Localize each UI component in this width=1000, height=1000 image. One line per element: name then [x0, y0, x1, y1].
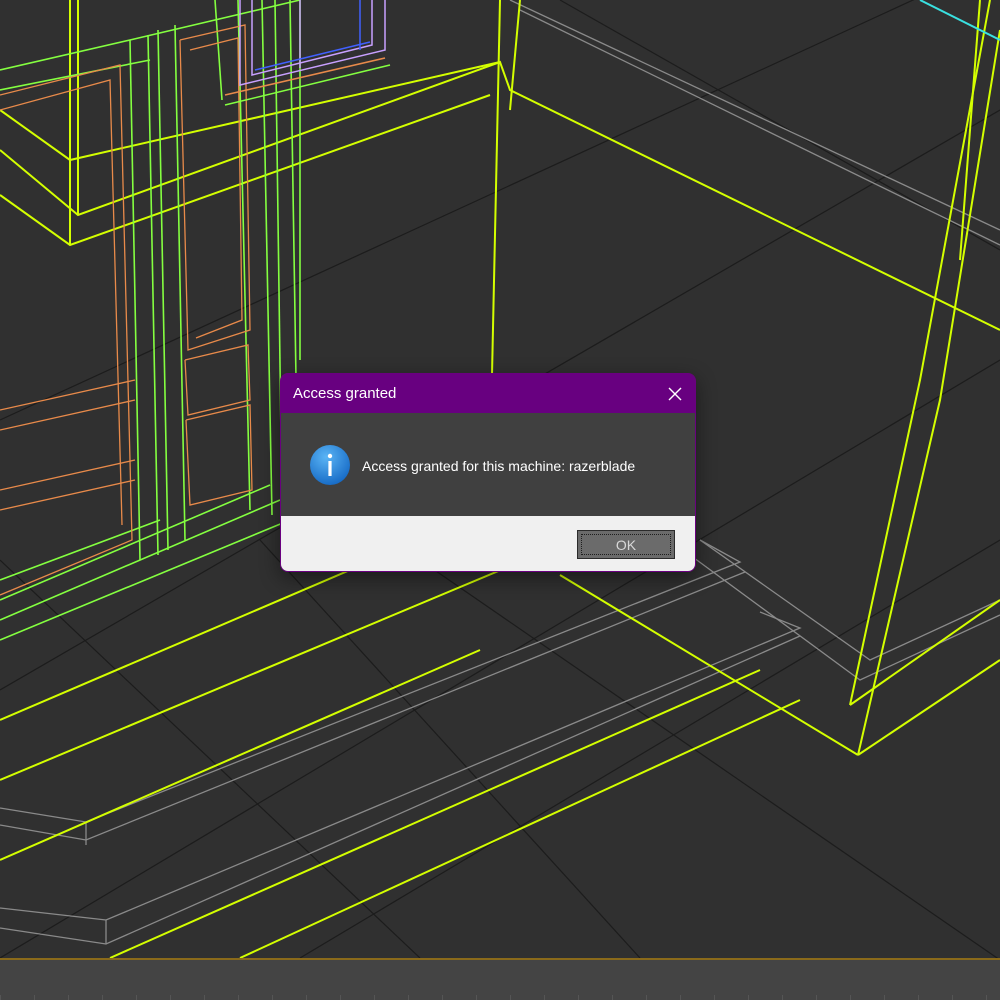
dialog-title: Access granted: [293, 385, 397, 402]
close-button[interactable]: [655, 374, 695, 413]
info-icon: [310, 445, 350, 485]
status-bar: [0, 958, 1000, 1000]
window-wireframe: [224, 0, 391, 106]
dialog-content: Access granted for this machine: razerbl…: [281, 413, 695, 516]
ok-button[interactable]: OK: [577, 530, 675, 559]
dialog-footer: OK: [281, 516, 695, 571]
door-frame-wireframe: [0, 0, 301, 641]
access-granted-dialog: Access granted Access granted for this m…: [280, 373, 696, 572]
ok-button-label: OK: [581, 534, 671, 555]
close-icon: [668, 387, 682, 400]
dialog-titlebar[interactable]: Access granted: [281, 374, 695, 413]
dialog-message: Access granted for this machine: razerbl…: [362, 458, 636, 474]
timeline-ticks: [0, 995, 1000, 1000]
